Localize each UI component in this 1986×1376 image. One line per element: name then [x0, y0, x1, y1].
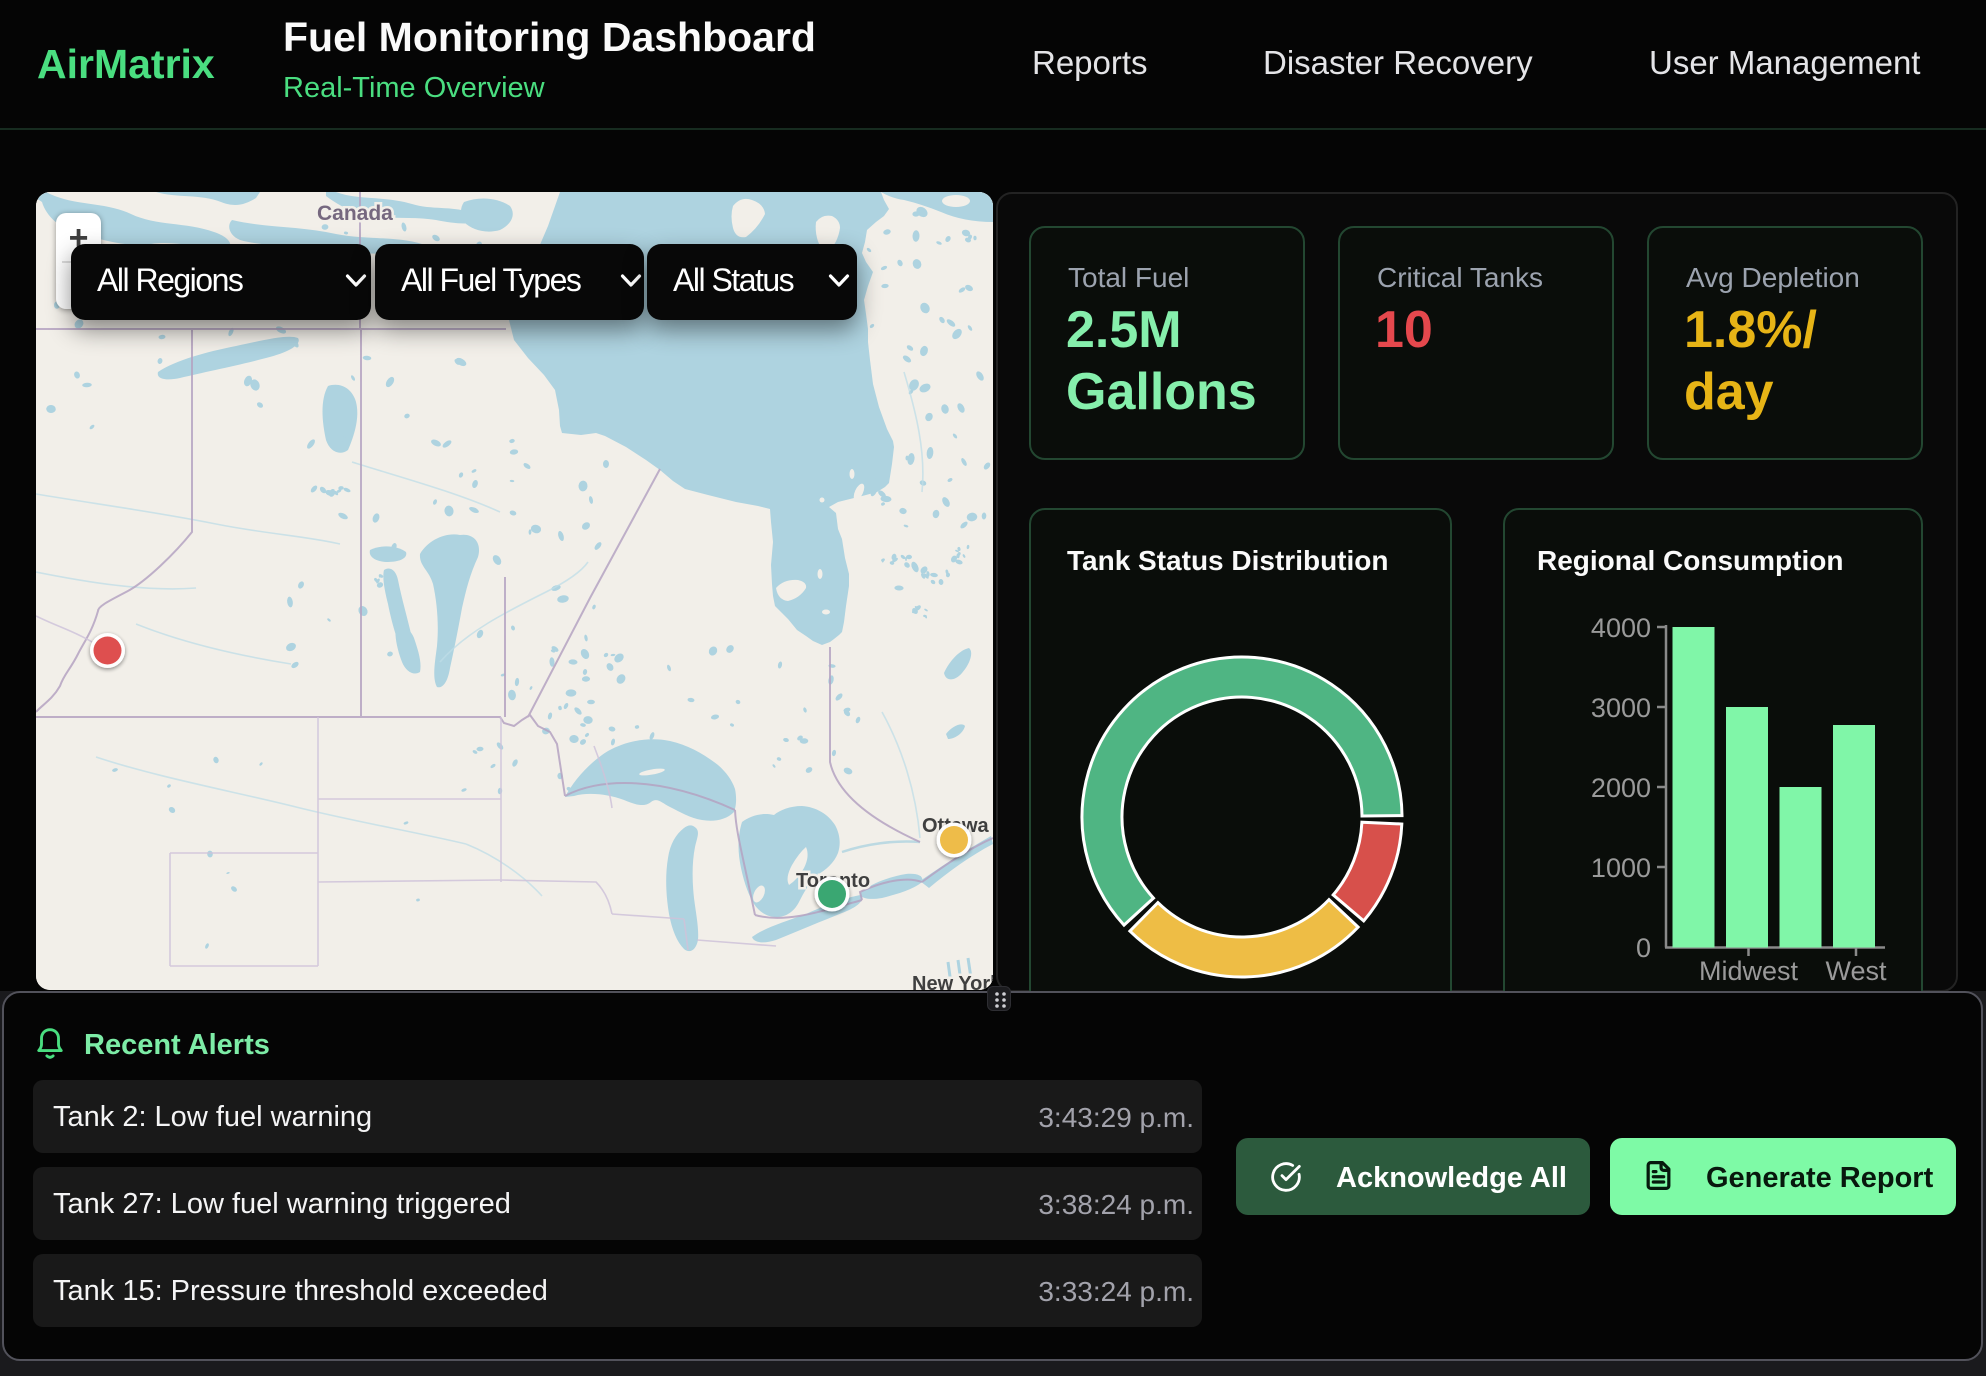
svg-text:Midwest: Midwest: [1699, 956, 1799, 986]
svg-text:Canada: Canada: [317, 202, 393, 225]
svg-text:4000: 4000: [1591, 613, 1651, 643]
svg-text:New York: New York: [912, 973, 993, 990]
svg-text:3000: 3000: [1591, 693, 1651, 723]
svg-text:1000: 1000: [1591, 853, 1651, 883]
svg-text:West: West: [1825, 956, 1887, 986]
svg-text:2000: 2000: [1591, 773, 1651, 803]
svg-text:0: 0: [1636, 933, 1651, 963]
